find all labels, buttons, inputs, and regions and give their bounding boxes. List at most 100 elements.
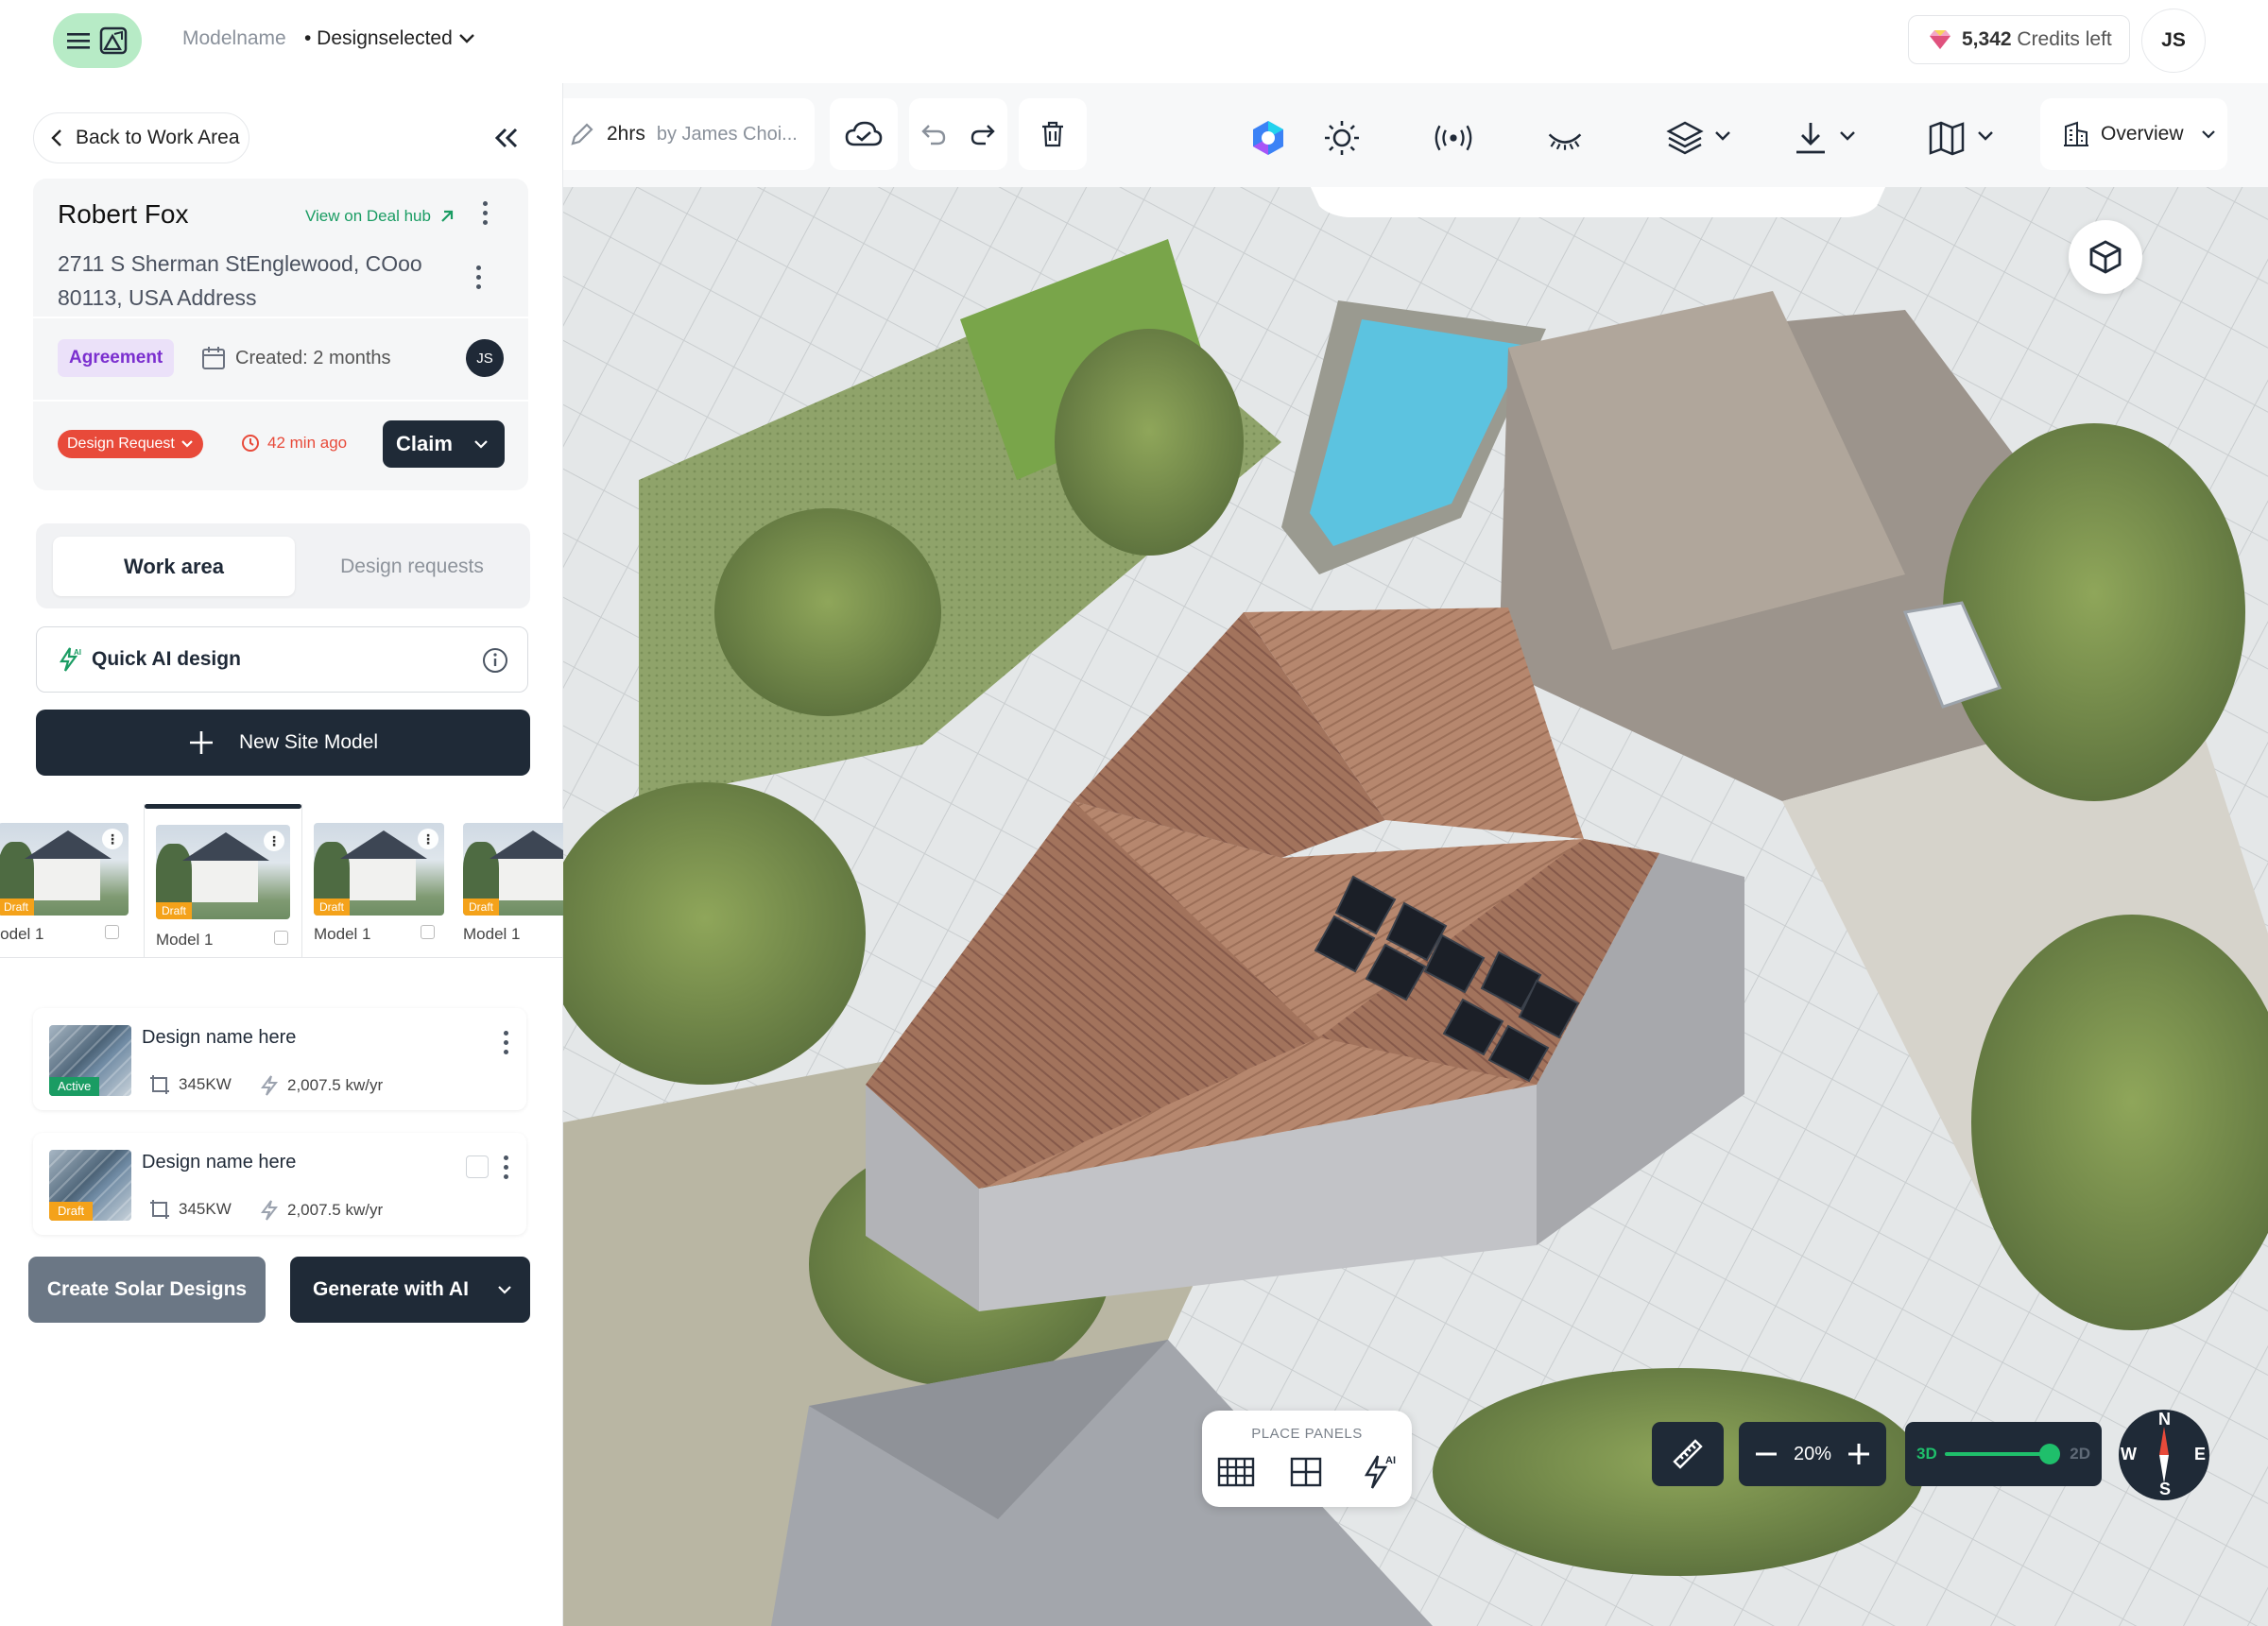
kebab-icon[interactable]: ⋮ (418, 829, 438, 849)
zoom-in-icon[interactable] (1847, 1442, 1871, 1466)
pencil-icon (571, 123, 593, 145)
top-bar: Modelname • Designselected 5,342 Credits… (0, 0, 2268, 83)
generate-with-ai-button[interactable]: Generate with AI (290, 1257, 530, 1323)
aerial-3d-scene (563, 83, 2268, 1626)
kebab-icon[interactable]: ⋮ (102, 829, 123, 849)
cloud-save-button[interactable] (830, 98, 898, 170)
ai-bolt-icon: AI (59, 647, 81, 672)
ai-bolt-icon[interactable]: AI (1359, 1452, 1397, 1490)
edit-time: 2hrs (607, 123, 645, 145)
delete-button[interactable] (1019, 98, 1087, 170)
overview-dropdown[interactable]: Overview (2040, 98, 2227, 170)
tab-work-area[interactable]: Work area (53, 537, 295, 596)
redo-icon[interactable] (970, 122, 996, 146)
left-sidebar: Back to Work Area Robert Fox View on Dea… (0, 83, 563, 1626)
customer-name: Robert Fox (58, 199, 189, 229)
customer-card: Robert Fox View on Deal hub 2711 S Sherm… (33, 179, 528, 490)
undo-icon[interactable] (920, 122, 947, 146)
layers-chevron-icon[interactable] (1714, 130, 1731, 142)
model-name-breadcrumb[interactable]: Modelname (182, 27, 286, 50)
chevron-left-icon (51, 129, 61, 146)
owner-avatar[interactable]: JS (466, 339, 504, 377)
menu-logo-button[interactable] (53, 13, 142, 68)
mode-3d-label[interactable]: 3D (1916, 1445, 1937, 1463)
model-thumbnail: Draft (463, 823, 563, 916)
tab-design-requests[interactable]: Design requests (301, 537, 524, 596)
map-chevron-icon[interactable] (1977, 130, 1994, 142)
layers-icon[interactable] (1666, 119, 1704, 157)
cloud-icon (845, 121, 883, 146)
download-icon[interactable] (1792, 119, 1830, 157)
compass[interactable]: N S E W (2119, 1410, 2209, 1500)
model-card[interactable]: Draft ⋮ Model 1 (302, 804, 444, 957)
hexagon-logo-icon[interactable] (1249, 119, 1287, 157)
zoom-value: 20% (1793, 1443, 1832, 1464)
design-request-badge[interactable]: Design Request (58, 430, 203, 458)
design-name: Design name here (142, 1027, 297, 1048)
download-chevron-icon[interactable] (1839, 130, 1856, 142)
design-size: 345KW (149, 1199, 232, 1220)
info-icon[interactable] (482, 647, 508, 674)
design-production: 2,007.5 kw/yr (260, 1199, 383, 1222)
compass-n: N (2158, 1410, 2171, 1429)
overview-label: Overview (2101, 123, 2184, 145)
model-checkbox[interactable] (421, 925, 435, 939)
design-request-label: Design Request (67, 436, 175, 452)
model-thumbnail: Draft ⋮ (314, 823, 444, 916)
slider-thumb[interactable] (2038, 1444, 2060, 1464)
dimension-toggle[interactable]: 3D 2D (1905, 1422, 2102, 1486)
design-more-button[interactable] (494, 1150, 517, 1184)
new-site-model-button[interactable]: New Site Model (36, 710, 530, 776)
compass-e: E (2194, 1445, 2207, 1463)
address-more-button[interactable] (467, 260, 490, 294)
clock-icon (242, 435, 259, 452)
design-checkbox[interactable] (466, 1155, 489, 1178)
design-card[interactable]: Draft Design name here 345KW 2,007.5 kw/… (33, 1133, 526, 1235)
edit-author: by James Choi... (656, 123, 798, 145)
credits-badge[interactable]: 5,342 Credits left (1908, 15, 2130, 64)
create-solar-designs-button[interactable]: Create Solar Designs (28, 1257, 266, 1323)
quick-ai-design-button[interactable]: AI Quick AI design (36, 626, 528, 693)
model-checkbox[interactable] (274, 931, 288, 945)
mode-2d-label[interactable]: 2D (2070, 1445, 2090, 1463)
claim-button[interactable]: Claim (383, 420, 505, 468)
zoom-out-icon[interactable] (1754, 1442, 1778, 1466)
draft-tag: Draft (314, 899, 351, 916)
undo-redo-group (909, 98, 1007, 170)
draft-tag: Draft (463, 899, 500, 916)
stage-badge[interactable]: Agreement (58, 339, 175, 377)
edit-history-chip[interactable]: 2hrs by James Choi... (554, 98, 815, 170)
design-selector[interactable]: • Designselected (304, 27, 475, 50)
eye-closed-icon[interactable] (1546, 119, 1584, 157)
card-more-button[interactable] (473, 196, 496, 230)
sun-icon[interactable] (1323, 119, 1361, 157)
back-to-work-area-button[interactable]: Back to Work Area (33, 112, 249, 163)
signal-icon[interactable] (1435, 119, 1472, 157)
model-label: Model 1 (0, 925, 44, 943)
place-panels-toolbox: PLACE PANELS AI (1202, 1411, 1412, 1507)
measure-button[interactable] (1652, 1422, 1724, 1486)
model-card-selected[interactable]: Draft ⋮ Model 1 (144, 804, 302, 957)
app-logo-icon (99, 26, 128, 55)
model-checkbox[interactable] (105, 925, 119, 939)
single-panel-icon[interactable] (1289, 1456, 1323, 1488)
claim-label: Claim (396, 432, 453, 455)
view-cube-button[interactable] (2069, 220, 2142, 294)
kebab-icon[interactable]: ⋮ (264, 830, 284, 851)
request-time: 42 min ago (241, 434, 347, 453)
chevron-down-icon (498, 1286, 511, 1294)
collapse-sidebar-button[interactable] (488, 119, 525, 157)
sidebar-tabs: Work area Design requests (36, 523, 530, 608)
map-viewport[interactable] (563, 83, 2268, 1626)
deal-hub-link[interactable]: View on Deal hub (305, 207, 455, 226)
user-avatar[interactable]: JS (2141, 9, 2206, 73)
map-icon[interactable] (1928, 119, 1966, 157)
dimension-slider[interactable] (1944, 1444, 2060, 1464)
grid-panels-icon[interactable] (1217, 1456, 1255, 1488)
model-card[interactable]: Draft ⋮ Model 1 (0, 804, 129, 957)
new-site-label: New Site Model (238, 731, 379, 753)
model-card[interactable]: Draft Model 1 (452, 804, 563, 957)
design-card[interactable]: Active Design name here 345KW 2,007.5 kw… (33, 1008, 526, 1110)
credits-text: 5,342 Credits left (1962, 28, 2112, 50)
design-more-button[interactable] (494, 1025, 517, 1059)
